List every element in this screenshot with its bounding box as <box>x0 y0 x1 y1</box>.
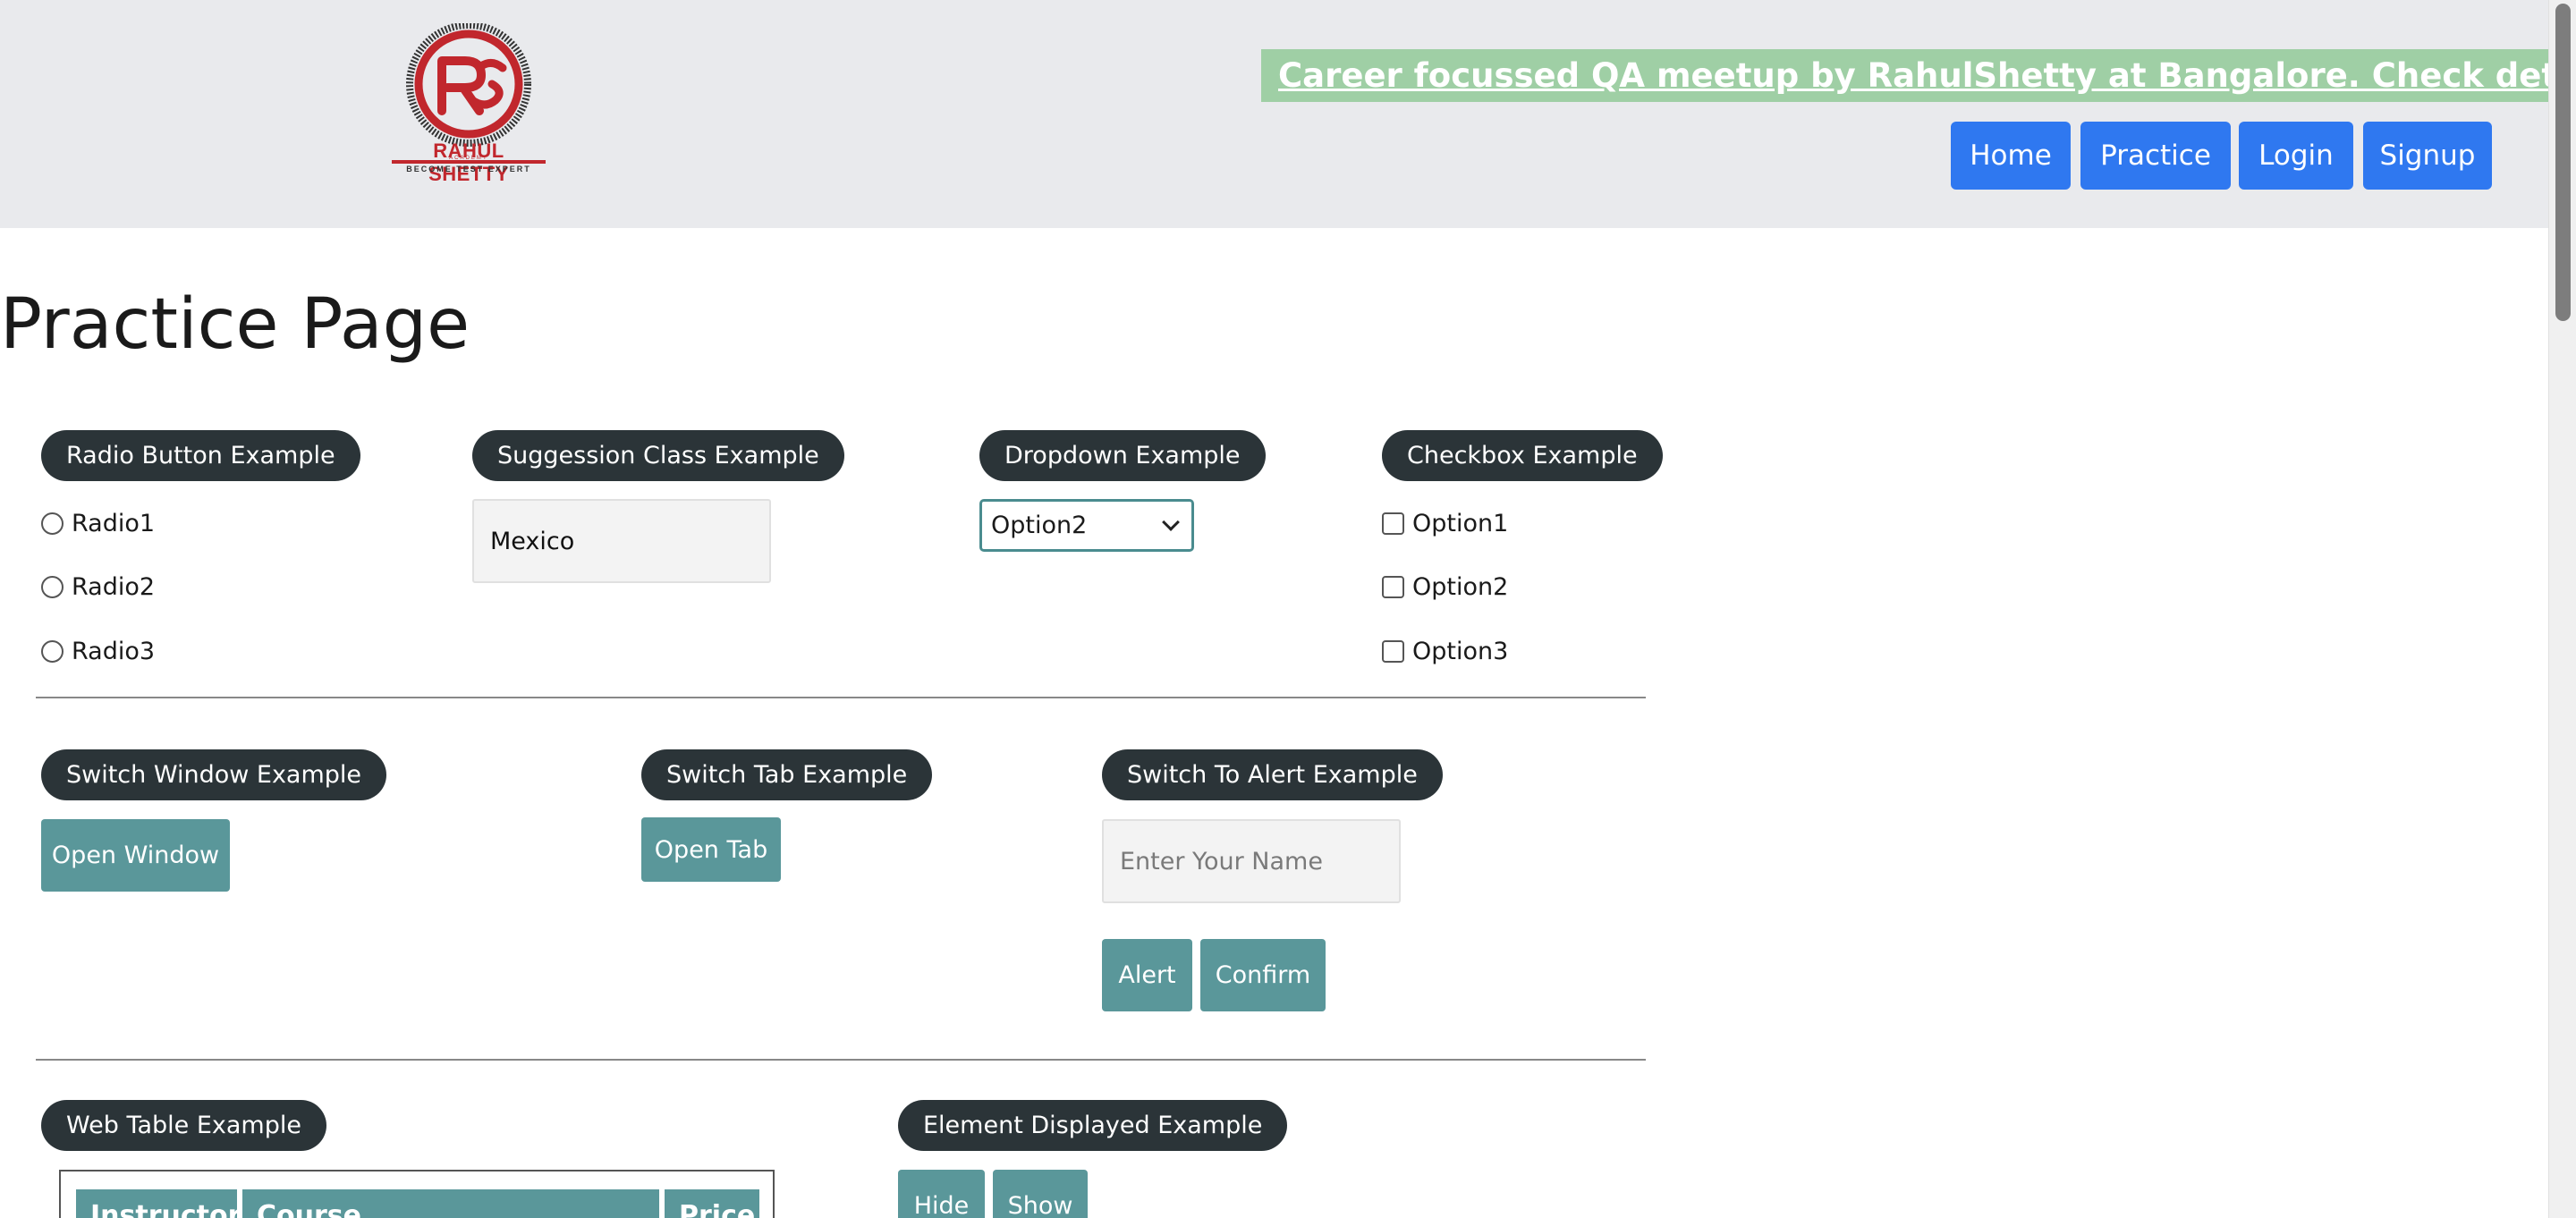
nav-practice-button[interactable]: Practice <box>2080 122 2231 190</box>
logo-subtitle: BECOME TEST EXPERT <box>392 160 546 173</box>
header: RAHUL SHETTY ACADEMY BECOME TEST EXPERT … <box>0 0 2576 228</box>
alert-button[interactable]: Alert <box>1102 939 1192 1011</box>
hide-button[interactable]: Hide <box>898 1170 985 1218</box>
radio1-button[interactable] <box>41 512 64 535</box>
announcement-banner: Career focussed QA meetup by RahulShetty… <box>1261 49 2576 102</box>
checkbox2[interactable] <box>1382 576 1404 598</box>
radio-option-2[interactable]: Radio2 <box>41 573 155 601</box>
radio1-label: Radio1 <box>72 510 156 537</box>
checkbox1-label: Option1 <box>1412 510 1509 537</box>
switch-alert-legend-text: Switch To Alert Example <box>1127 761 1418 789</box>
confirm-button[interactable]: Confirm <box>1200 939 1326 1011</box>
radio3-button[interactable] <box>41 640 64 663</box>
checkbox-option-1[interactable]: Option1 <box>1382 510 1508 537</box>
dropdown-selected-value: Option2 <box>991 512 1088 539</box>
radio-option-1[interactable]: Radio1 <box>41 510 155 537</box>
nav-login-button[interactable]: Login <box>2239 122 2353 190</box>
divider <box>36 697 1646 698</box>
open-window-button[interactable]: Open Window <box>41 819 230 892</box>
open-tab-button[interactable]: Open Tab <box>641 817 781 882</box>
switch-window-legend: Switch Window Example <box>41 749 387 800</box>
switch-tab-legend: Switch Tab Example <box>641 749 933 800</box>
checkbox1[interactable] <box>1382 512 1404 535</box>
table-header-instructor: Instructor <box>76 1189 241 1218</box>
radio-legend: Radio Button Example <box>41 430 360 481</box>
element-displayed-legend: Element Displayed Example <box>898 1100 1288 1151</box>
show-button[interactable]: Show <box>993 1170 1088 1218</box>
checkbox-option-2[interactable]: Option2 <box>1382 573 1508 601</box>
radio-option-3[interactable]: Radio3 <box>41 638 155 665</box>
checkbox3-label: Option3 <box>1412 638 1509 665</box>
chevron-down-icon <box>1162 512 1180 531</box>
scrollbar-thumb[interactable] <box>2555 4 2571 321</box>
checkbox2-label: Option2 <box>1412 573 1509 601</box>
checkbox-option-3[interactable]: Option3 <box>1382 638 1508 665</box>
page-scrollbar[interactable] <box>2548 0 2576 1218</box>
announcement-link[interactable]: Career focussed QA meetup by RahulShetty… <box>1278 56 2576 95</box>
radio3-label: Radio3 <box>72 638 156 665</box>
radio2-label: Radio2 <box>72 573 156 601</box>
name-input[interactable]: Enter Your Name <box>1102 819 1401 903</box>
divider <box>36 1059 1646 1061</box>
checkbox-legend: Checkbox Example <box>1382 430 1663 481</box>
autocomplete-input[interactable]: Mexico <box>472 499 771 583</box>
web-table-legend: Web Table Example <box>41 1100 326 1151</box>
dropdown-select[interactable]: Option2 <box>979 499 1194 552</box>
suggestion-legend: Suggession Class Example <box>472 430 844 481</box>
page-title: Practice Page <box>0 284 470 365</box>
radio2-button[interactable] <box>41 576 64 598</box>
table-header-price: Price <box>665 1189 759 1218</box>
switch-alert-legend: Switch To Alert Example <box>1102 749 1443 800</box>
checkbox3[interactable] <box>1382 640 1404 663</box>
nav-home-button[interactable]: Home <box>1951 122 2071 190</box>
dropdown-legend: Dropdown Example <box>979 430 1266 481</box>
nav-signup-button[interactable]: Signup <box>2363 122 2492 190</box>
web-table: Instructor Course Price <box>59 1170 775 1218</box>
table-header-course: Course <box>242 1189 659 1218</box>
